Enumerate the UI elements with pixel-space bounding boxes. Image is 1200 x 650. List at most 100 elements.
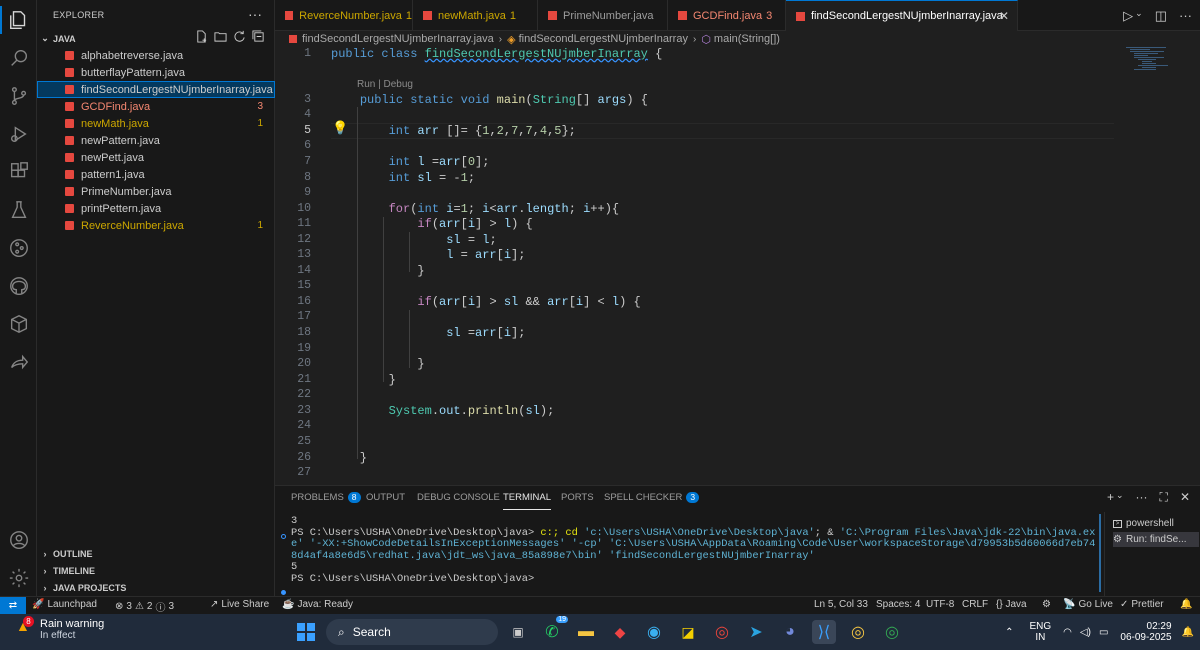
git-graph-icon[interactable] <box>0 230 37 266</box>
maximize-panel-icon[interactable]: ⛶ <box>1160 490 1168 505</box>
testing-icon[interactable] <box>0 192 37 228</box>
cursor-position[interactable]: Ln 5, Col 33 <box>814 599 868 610</box>
codelens-run-debug[interactable]: Run | Debug <box>357 79 413 90</box>
line-endings[interactable]: CRLF <box>962 599 988 610</box>
weather-widget[interactable]: ▲ 8 Rain warning In effect <box>16 616 104 641</box>
explorer-file-item[interactable]: GCDFind.java 3 <box>37 98 275 115</box>
chrome-profile-icon[interactable]: ◎ <box>880 620 904 644</box>
more-actions-icon[interactable]: ··· <box>1136 490 1148 505</box>
tab-terminal[interactable]: TERMINAL <box>503 492 552 510</box>
explorer-file-item[interactable]: butterflayPattern.java <box>37 64 275 81</box>
clock[interactable]: 02:29 06-09-2025 <box>1120 621 1171 643</box>
explorer-file-item[interactable]: findSecondLergestNUjmberInarray.java <box>37 81 275 98</box>
close-icon[interactable]: ✕ <box>1180 490 1190 505</box>
tab-output[interactable]: OUTPUT <box>366 492 405 503</box>
encoding[interactable]: UTF-8 <box>926 599 954 610</box>
explorer-file-item[interactable]: PrimeNumber.java <box>37 183 275 200</box>
new-folder-icon[interactable] <box>214 30 227 43</box>
chevron-right-icon: › <box>692 33 697 45</box>
tab-find-second-largest[interactable]: findSecondLergestNUjmberInarray.java ✕ <box>786 0 1018 31</box>
new-file-icon[interactable] <box>195 30 208 43</box>
remote-icon[interactable]: ⇄ <box>0 597 26 614</box>
terminal-output[interactable]: 3 PS C:\Users\USHA\OneDrive\Desktop\java>… <box>291 515 1096 585</box>
discord-icon[interactable]: ◕ <box>778 620 802 644</box>
breadcrumb-method[interactable]: main(String[]) <box>714 33 780 45</box>
explorer-icon[interactable] <box>0 2 37 38</box>
bell-icon[interactable]: 🔔 <box>1180 599 1192 610</box>
code-editor[interactable]: 1 3 4 5 6 7 8 9 10 11 12 13 14 15 16 17 18 19 20 21 22 23 24 25… <box>275 47 1200 485</box>
github-icon[interactable] <box>0 268 37 304</box>
tab-gcd-find[interactable]: GCDFind.java 3 <box>668 0 786 31</box>
prettier-item[interactable]: ✓ Prettier <box>1120 599 1164 610</box>
language-mode[interactable]: {} Java <box>996 599 1027 610</box>
java-projects-section[interactable]: › JAVA PROJECTS <box>37 579 275 596</box>
terminal-item-powershell[interactable]: > powershell <box>1113 516 1199 531</box>
live-share-item[interactable]: ↗ Live Share <box>210 599 269 610</box>
explorer-file-item[interactable]: newPattern.java <box>37 132 275 149</box>
refresh-icon[interactable] <box>233 30 246 43</box>
tab-spell-checker[interactable]: SPELL CHECKER 3 <box>604 492 700 503</box>
launchpad-item[interactable]: 🚀 Launchpad <box>32 599 97 610</box>
breadcrumb-file[interactable]: findSecondLergestNUjmberInarray.java <box>302 33 494 45</box>
notifications-icon[interactable]: ⚙ <box>1042 599 1051 610</box>
minimap[interactable] <box>1126 47 1188 107</box>
run-icon[interactable]: ▷ <box>1123 8 1133 24</box>
windows-start-icon[interactable] <box>294 620 318 644</box>
terminal-item-run[interactable]: ⚙ Run: findSe... <box>1113 532 1199 547</box>
new-terminal-icon[interactable]: + <box>1107 490 1114 505</box>
telegram-icon[interactable]: ➤ <box>744 620 768 644</box>
run-debug-icon[interactable] <box>0 116 37 152</box>
terminal-scrollbar[interactable] <box>1099 514 1101 592</box>
file-explorer-icon[interactable]: ▬ <box>574 620 598 644</box>
sticky-notes-icon[interactable]: ◪ <box>676 620 700 644</box>
outline-section[interactable]: › OUTLINE <box>37 545 275 562</box>
java-status-item[interactable]: ☕ Java: Ready <box>282 599 353 610</box>
task-view-icon[interactable]: ▣ <box>506 620 530 644</box>
chrome-icon[interactable]: ◎ <box>710 620 734 644</box>
tab-problems[interactable]: PROBLEMS 8 <box>291 492 361 503</box>
notification-bell-icon[interactable]: 🔔 <box>1182 627 1194 638</box>
language-indicator[interactable]: ENG IN <box>1030 621 1052 643</box>
chevron-up-icon[interactable]: ⌃ <box>1005 627 1013 638</box>
problems-item[interactable]: ⊗ 3 ⚠ 2 ⓘ 3 <box>115 599 174 614</box>
live-share-icon[interactable] <box>0 344 37 380</box>
folder-header[interactable]: ⌄ JAVA <box>37 30 275 47</box>
tab-new-math[interactable]: newMath.java 1 <box>413 0 538 31</box>
source-control-icon[interactable] <box>0 78 37 114</box>
tab-debug-console[interactable]: DEBUG CONSOLE <box>417 492 500 503</box>
app-icon[interactable]: ◆ <box>608 620 632 644</box>
chevron-down-icon[interactable]: ⌄ <box>1135 8 1143 24</box>
taskbar-search[interactable]: ⌕ Search <box>326 619 498 645</box>
indentation[interactable]: Spaces: 4 <box>876 599 920 610</box>
split-editor-icon[interactable]: ◫ <box>1155 8 1167 24</box>
tab-prime-number[interactable]: PrimeNumber.java <box>538 0 668 31</box>
close-icon[interactable]: ✕ <box>999 9 1009 23</box>
breadcrumb-class[interactable]: findSecondLergestNUjmberInarray <box>519 33 688 45</box>
tab-ports[interactable]: PORTS <box>561 492 594 503</box>
whatsapp-icon[interactable]: ✆ 19 <box>540 616 568 644</box>
volume-icon[interactable]: ◁) <box>1080 627 1091 638</box>
explorer-file-item[interactable]: newMath.java 1 <box>37 115 275 132</box>
explorer-file-item[interactable]: alphabetreverse.java <box>37 47 275 64</box>
java-projects-icon[interactable] <box>0 306 37 342</box>
account-icon[interactable] <box>0 522 37 558</box>
tab-reverce-number[interactable]: ReverceNumber.java 1 <box>275 0 413 31</box>
extensions-icon[interactable] <box>0 154 37 190</box>
chrome-profile-icon[interactable]: ◎ <box>846 620 870 644</box>
explorer-file-item[interactable]: ReverceNumber.java 1 <box>37 217 275 234</box>
vscode-icon[interactable]: ⟩⟨ <box>812 620 836 644</box>
explorer-file-item[interactable]: newPett.java <box>37 149 275 166</box>
explorer-file-item[interactable]: printPettern.java <box>37 200 275 217</box>
timeline-section[interactable]: › TIMELINE <box>37 562 275 579</box>
more-actions-icon[interactable]: ··· <box>1179 8 1192 24</box>
more-actions-icon[interactable]: ··· <box>248 6 262 22</box>
wifi-icon[interactable]: ◠ <box>1063 627 1072 638</box>
edge-icon[interactable]: ◉ <box>642 620 666 644</box>
settings-gear-icon[interactable] <box>0 560 37 596</box>
battery-icon[interactable]: ▭ <box>1099 627 1108 638</box>
go-live-item[interactable]: 📡 Go Live <box>1063 599 1113 610</box>
search-icon[interactable] <box>0 40 37 76</box>
explorer-file-item[interactable]: pattern1.java <box>37 166 275 183</box>
collapse-all-icon[interactable] <box>252 30 265 43</box>
chevron-down-icon[interactable]: ⌄ <box>1116 490 1124 505</box>
